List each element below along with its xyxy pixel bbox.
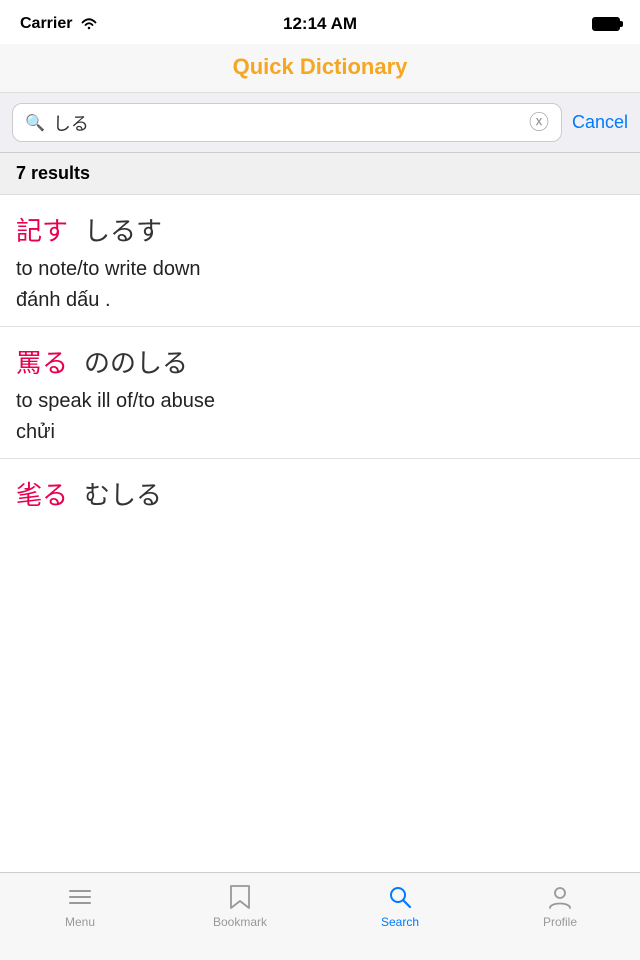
list-item[interactable]: 毟る むしる bbox=[0, 458, 640, 512]
battery-icon bbox=[592, 17, 620, 31]
word-line: 毟る むしる bbox=[16, 475, 624, 512]
word-line: 罵る ののしる bbox=[16, 343, 624, 380]
results-list: 記す しるす to note/to write down đánh dấu . … bbox=[0, 195, 640, 872]
tab-profile[interactable]: Profile bbox=[480, 883, 640, 929]
tab-bookmark-label: Bookmark bbox=[213, 915, 267, 929]
carrier-info: Carrier bbox=[20, 15, 98, 33]
cancel-button[interactable]: Cancel bbox=[572, 112, 628, 133]
wifi-icon bbox=[80, 17, 98, 31]
search-input[interactable] bbox=[53, 112, 521, 133]
profile-icon bbox=[546, 883, 574, 911]
menu-icon bbox=[66, 883, 94, 911]
reading: むしる bbox=[84, 475, 162, 512]
list-item[interactable]: 記す しるす to note/to write down đánh dấu . bbox=[0, 195, 640, 312]
results-count-bar: 7 results bbox=[0, 153, 640, 195]
search-icon: 🔍 bbox=[25, 113, 45, 133]
app-title: Quick Dictionary bbox=[233, 54, 408, 79]
tab-search[interactable]: Search bbox=[320, 883, 480, 929]
tab-menu-label: Menu bbox=[65, 915, 95, 929]
definition-vi: chửi bbox=[16, 421, 624, 444]
status-right bbox=[592, 17, 620, 31]
search-input-wrapper[interactable]: 🔍 ⓧ bbox=[12, 103, 562, 142]
kanji: 記す bbox=[16, 211, 68, 248]
status-bar: Carrier 12:14 AM bbox=[0, 0, 640, 44]
tab-profile-label: Profile bbox=[543, 915, 577, 929]
reading: ののしる bbox=[84, 343, 188, 380]
results-count: 7 results bbox=[16, 163, 90, 183]
tab-bookmark[interactable]: Bookmark bbox=[160, 883, 320, 929]
search-bar: 🔍 ⓧ Cancel bbox=[0, 93, 640, 153]
carrier-label: Carrier bbox=[20, 15, 72, 33]
list-item[interactable]: 罵る ののしる to speak ill of/to abuse chửi bbox=[0, 326, 640, 444]
search-tab-icon bbox=[386, 883, 414, 911]
kanji: 毟る bbox=[16, 475, 68, 512]
bookmark-icon bbox=[226, 883, 254, 911]
clear-button[interactable]: ⓧ bbox=[529, 113, 549, 133]
tab-menu[interactable]: Menu bbox=[0, 883, 160, 929]
definition-vi: đánh dấu . bbox=[16, 289, 624, 312]
tab-search-label: Search bbox=[381, 915, 419, 929]
reading: しるす bbox=[84, 211, 162, 248]
app-header: Quick Dictionary bbox=[0, 44, 640, 93]
definition-en: to note/to write down bbox=[16, 258, 624, 281]
definition-en: to speak ill of/to abuse bbox=[16, 390, 624, 413]
kanji: 罵る bbox=[16, 343, 68, 380]
word-line: 記す しるす bbox=[16, 211, 624, 248]
tab-bar: Menu Bookmark Search Profile bbox=[0, 872, 640, 960]
status-time: 12:14 AM bbox=[283, 14, 357, 34]
main-content: Quick Dictionary 🔍 ⓧ Cancel 7 results 記す… bbox=[0, 44, 640, 872]
